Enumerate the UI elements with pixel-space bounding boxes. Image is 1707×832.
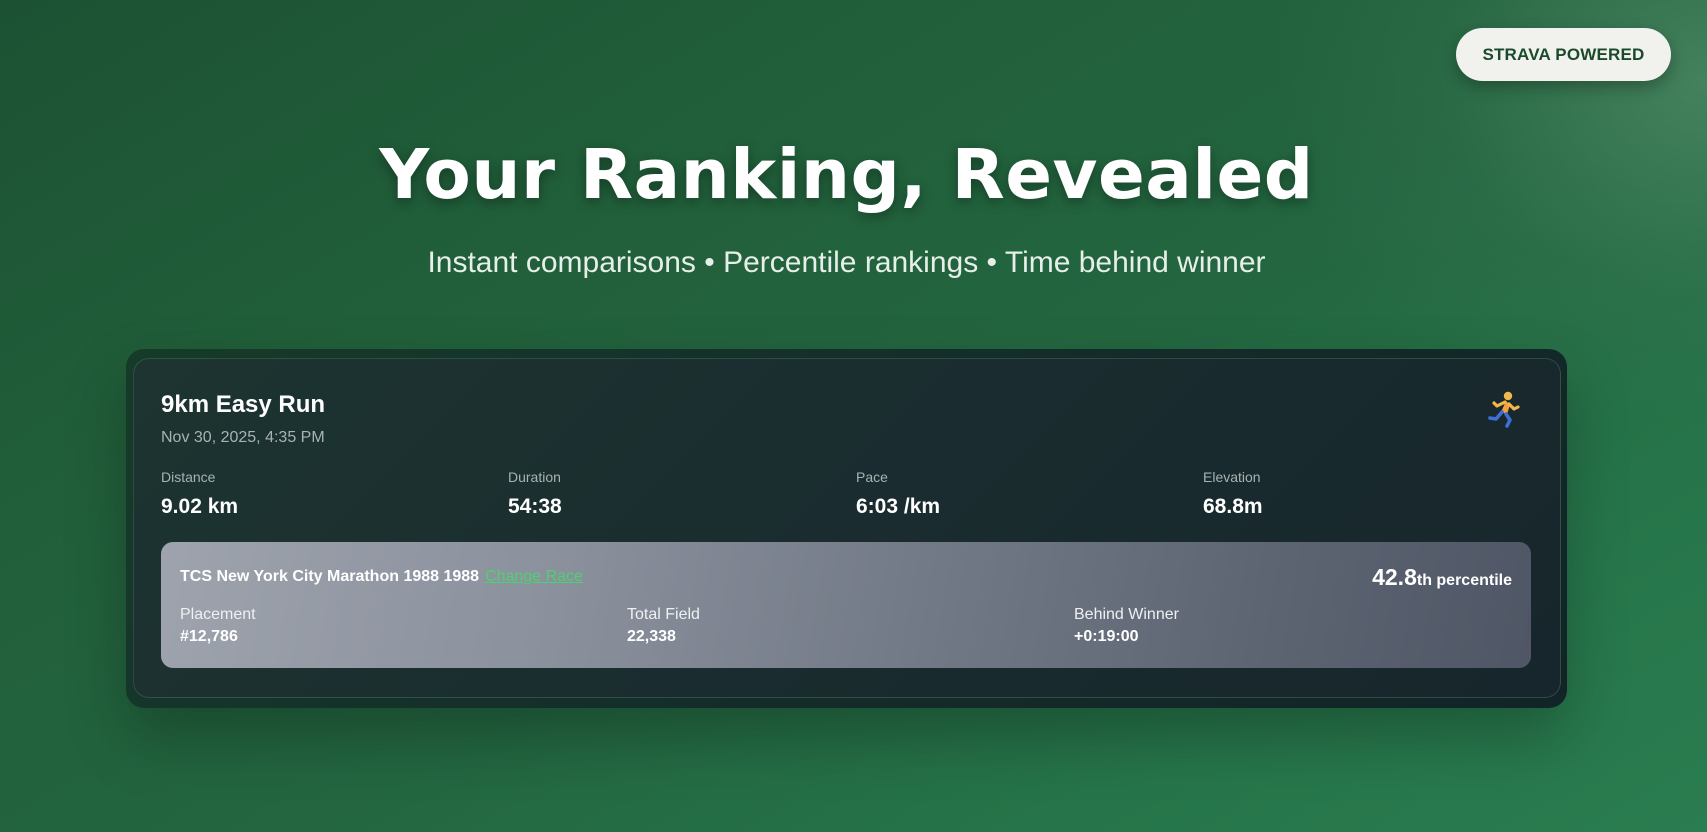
race-stat-placement: Placement #12,786 [180,606,256,646]
stat-label: Elevation [1203,469,1261,485]
hero-title: Your Ranking, Revealed [379,135,1314,215]
stat-elevation: Elevation 68.8m [1203,469,1263,519]
stat-duration: Duration 54:38 [508,469,562,519]
race-title: TCS New York City Marathon 1988 1988 [180,568,480,585]
runner-icon [1484,389,1524,429]
stat-pace: Pace 6:03 /km [856,469,940,519]
strava-powered-badge[interactable]: STRAVA POWERED [1456,28,1671,81]
stat-value: 68.8m [1203,495,1263,518]
race-stat-label: Placement [180,606,256,623]
change-race-link[interactable]: Change Race [485,568,583,585]
stat-value: 9.02 km [161,495,239,518]
hero-subtitle: Instant comparisons • Percentile ranking… [427,246,1266,279]
stat-value: 54:38 [508,495,562,518]
stat-distance: Distance 9.02 km [161,469,238,519]
race-stat-label: Total Field [627,606,700,623]
percentile-value: 42.8 [1372,564,1417,590]
percentile-suffix: th percentile [1416,572,1512,589]
activity-card: 9km Easy Run Nov 30, 2025, 4:35 PM Dista… [133,358,1561,698]
race-stat-value: 22,338 [627,628,676,645]
race-stat-value: #12,786 [180,628,238,645]
activity-title: 9km Easy Run [161,391,326,418]
stat-value: 6:03 /km [856,495,941,518]
race-comparison-panel: TCS New York City Marathon 1988 1988 Chan… [161,542,1531,668]
stat-label: Duration [508,469,561,485]
race-stat-label: Behind Winner [1074,606,1179,623]
stat-label: Pace [856,469,888,485]
percentile-display: 42.8th percentile [1372,564,1512,591]
activity-date: Nov 30, 2025, 4:35 PM [161,429,325,446]
race-name: TCS New York City Marathon 1988 1988 Chan… [180,568,583,586]
stat-label: Distance [161,469,216,485]
race-stat-value: +0:19:00 [1074,628,1139,645]
race-stat-total-field: Total Field 22,338 [627,606,700,646]
race-stat-behind-winner: Behind Winner +0:19:00 [1074,606,1179,646]
